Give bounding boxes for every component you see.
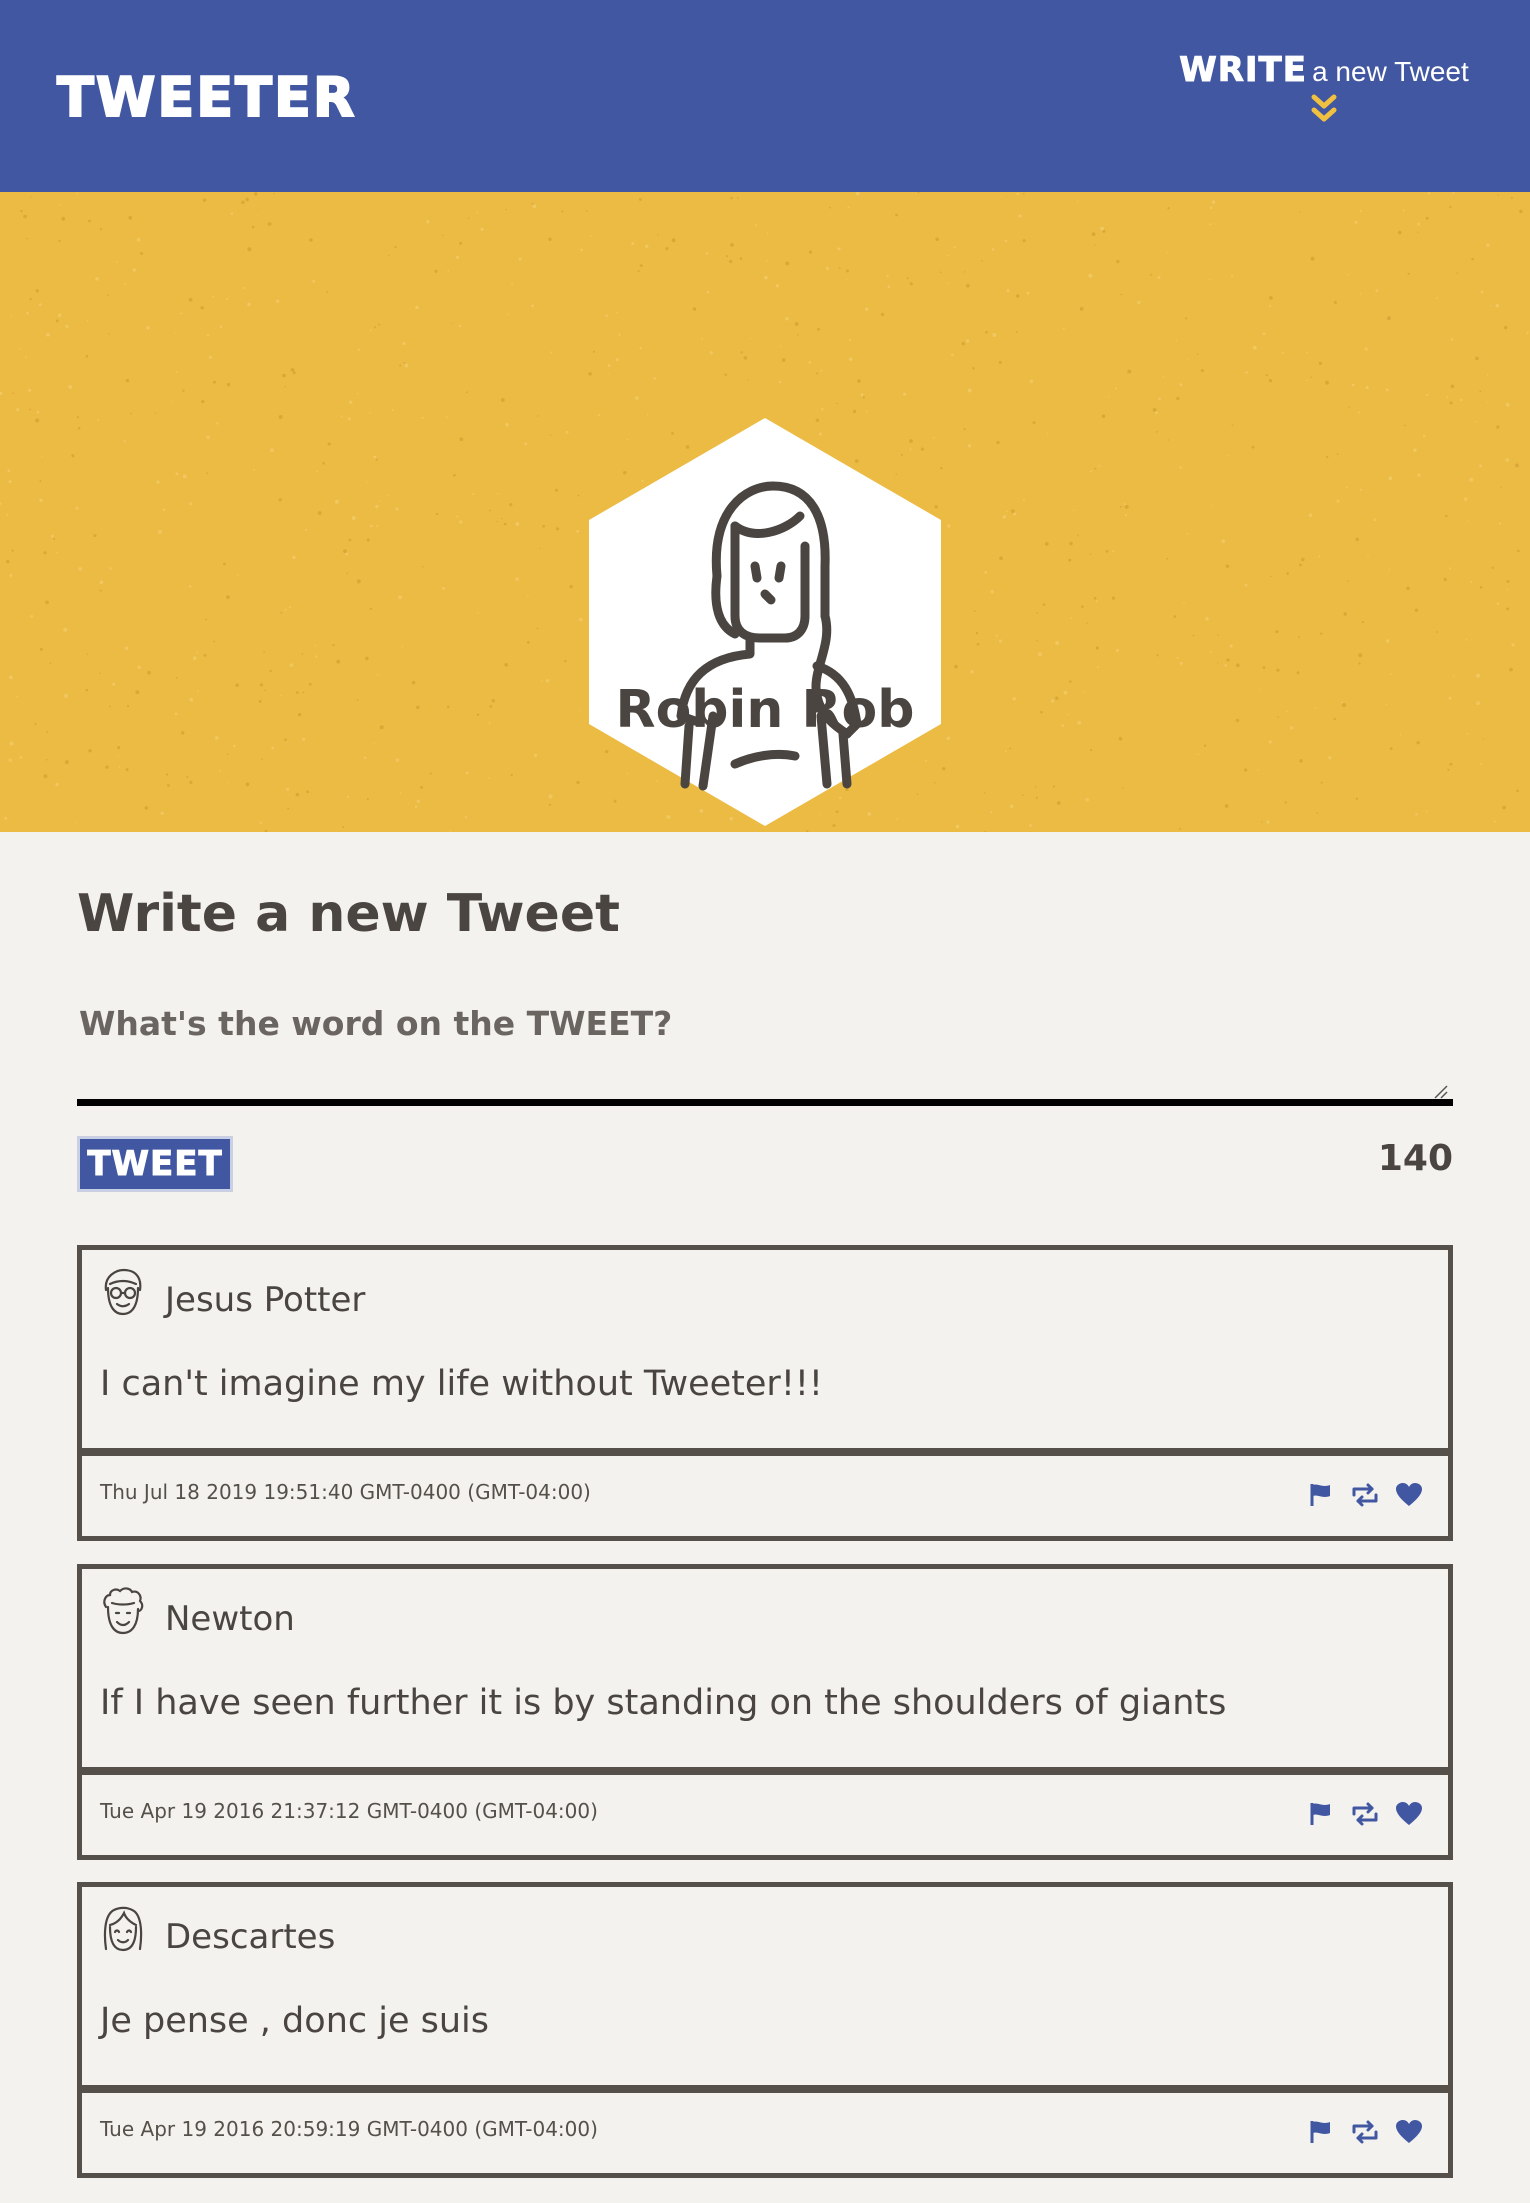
curly-hair-face-icon (103, 1587, 144, 1635)
tweet-author: Newton (165, 1599, 295, 1639)
tweet-author: Descartes (165, 1917, 336, 1957)
brand-logo[interactable]: TWEETER (56, 65, 356, 130)
tweet-footer: Thu Jul 18 2019 19:51:40 GMT-0400 (GMT-0… (82, 1453, 1448, 1536)
flag-icon[interactable] (1306, 1482, 1336, 1508)
profile-name: Robin Rob (615, 680, 915, 740)
compose-title: Write a new Tweet (77, 884, 620, 944)
tweet-footer: Tue Apr 19 2016 21:37:12 GMT-0400 (GMT-0… (82, 1772, 1448, 1855)
compose-toggle-button[interactable]: WRITE a new Tweet (1174, 50, 1474, 124)
tweet-text: I can't imagine my life without Tweeter!… (100, 1364, 823, 1404)
tweet-actions (1306, 2119, 1424, 2145)
tweet-actions (1306, 1482, 1424, 1508)
retweet-icon[interactable] (1350, 2119, 1380, 2145)
heart-icon[interactable] (1394, 2119, 1424, 2145)
retweet-icon[interactable] (1350, 1482, 1380, 1508)
char-counter: 140 (1377, 1138, 1453, 1179)
tweet-body: Descartes Je pense , donc je suis (82, 1887, 1448, 2090)
tweet-card: Descartes Je pense , donc je suis Tue Ap… (77, 1882, 1453, 2178)
tweet-author: Jesus Potter (165, 1280, 366, 1320)
tweet-date: Tue Apr 19 2016 21:37:12 GMT-0400 (GMT-0… (100, 1799, 598, 1823)
long-hair-face-icon (103, 1906, 143, 1952)
tweet-actions (1306, 1801, 1424, 1827)
tweet-date: Thu Jul 18 2019 19:51:40 GMT-0400 (GMT-0… (100, 1480, 591, 1504)
tweet-footer: Tue Apr 19 2016 20:59:19 GMT-0400 (GMT-0… (82, 2090, 1448, 2173)
tweet-body: Jesus Potter I can't imagine my life wit… (82, 1250, 1448, 1453)
top-nav: TWEETER WRITE a new Tweet (0, 0, 1530, 192)
girl-avatar-icon (589, 418, 941, 826)
resize-grip-icon[interactable] (1433, 1084, 1449, 1100)
tweet-body: Newton If I have seen further it is by s… (82, 1569, 1448, 1772)
compose-toggle-label: a new Tweet (1312, 56, 1469, 87)
glasses-face-icon (104, 1268, 142, 1316)
retweet-icon[interactable] (1350, 1801, 1380, 1827)
tweet-text: If I have seen further it is by standing… (100, 1683, 1227, 1723)
tweet-text: Je pense , donc je suis (100, 2001, 489, 2041)
tweet-date: Tue Apr 19 2016 20:59:19 GMT-0400 (GMT-0… (100, 2117, 598, 2141)
tweet-submit-button[interactable]: TWEET (77, 1136, 233, 1192)
compose-toggle-strong: WRITE (1179, 50, 1307, 91)
flag-icon[interactable] (1306, 1801, 1336, 1827)
heart-icon[interactable] (1394, 1801, 1424, 1827)
tweet-textarea[interactable] (77, 990, 1453, 1106)
avatar (585, 416, 945, 828)
double-chevron-down-icon (1311, 94, 1337, 122)
flag-icon[interactable] (1306, 2119, 1336, 2145)
tweet-card: Newton If I have seen further it is by s… (77, 1564, 1453, 1860)
tweet-card: Jesus Potter I can't imagine my life wit… (77, 1245, 1453, 1541)
heart-icon[interactable] (1394, 1482, 1424, 1508)
